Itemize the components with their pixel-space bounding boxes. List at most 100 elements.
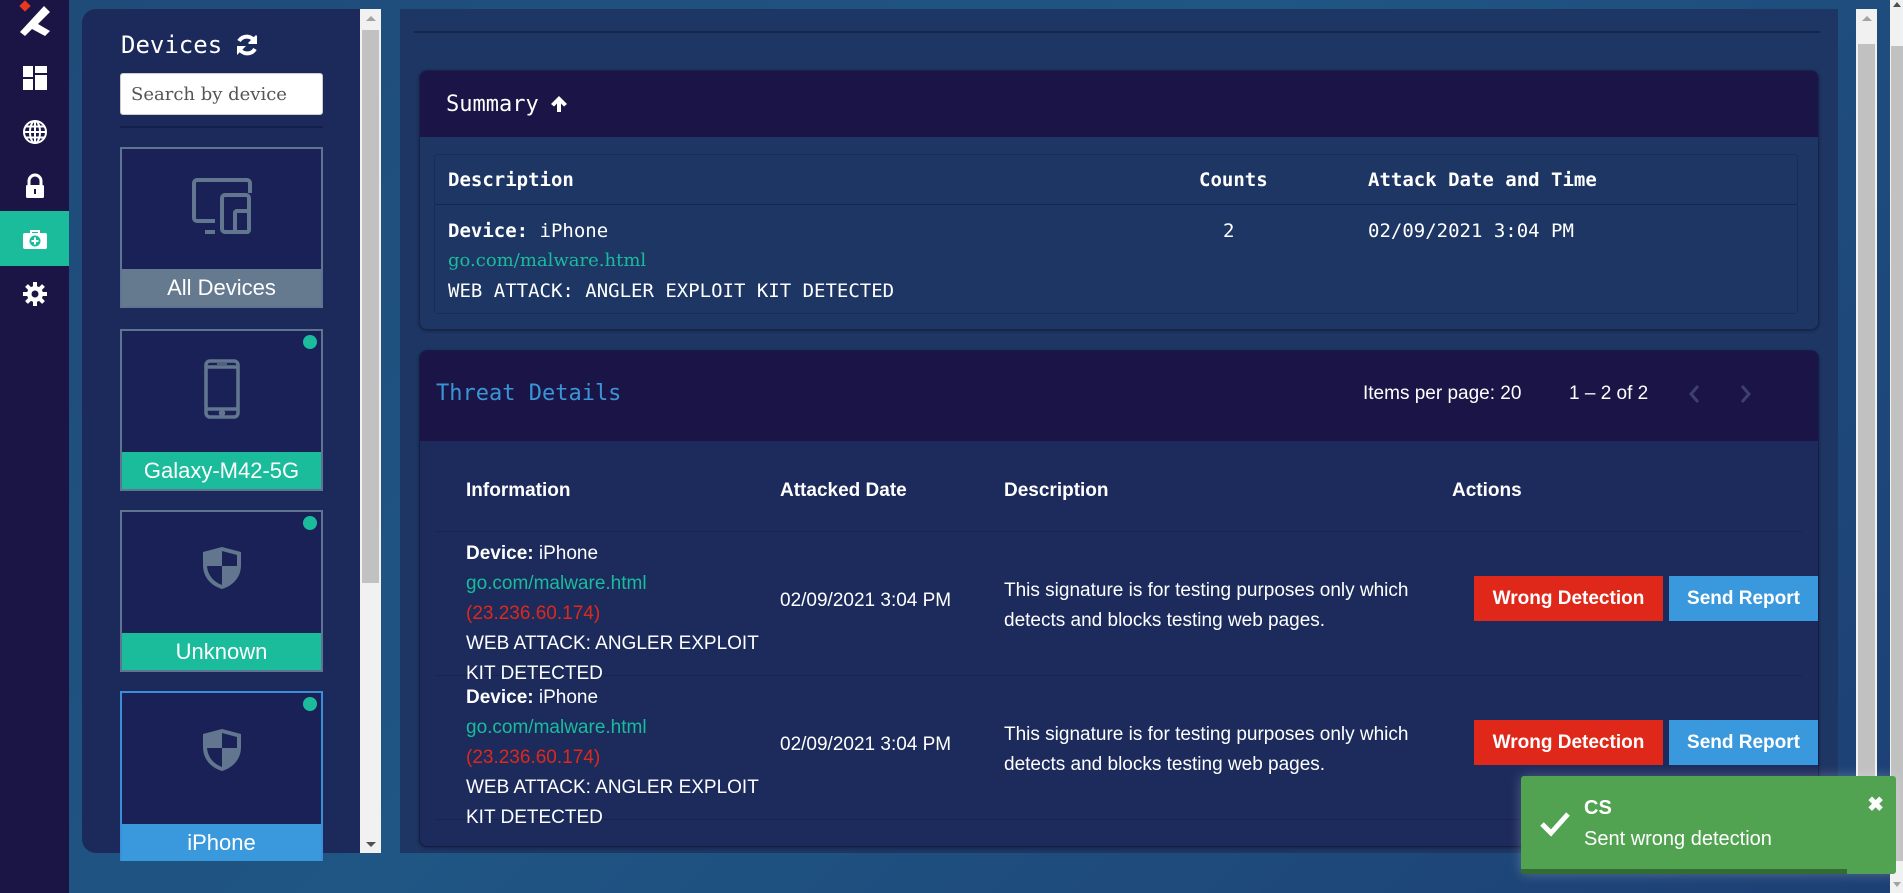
medical-kit-icon <box>22 229 47 249</box>
online-status-dot <box>303 516 317 530</box>
devices-header: Devices <box>121 31 260 59</box>
col-attacked-date: Attacked Date <box>780 480 907 501</box>
globe-icon <box>22 119 47 144</box>
summary-table-header: Description Counts Attack Date and Time <box>435 155 1797 205</box>
divider <box>414 31 1820 33</box>
device-card-label: Galaxy-M42-5G <box>122 452 321 489</box>
col-description: Description <box>1004 480 1109 501</box>
malware-url[interactable]: go.com/malware.html <box>466 569 776 599</box>
threat-details-card: Threat Details Items per page: 20 1 – 2 … <box>419 350 1819 847</box>
device-label: Device: <box>466 543 534 564</box>
devices-icon <box>122 177 321 235</box>
scroll-thumb[interactable] <box>362 30 379 583</box>
online-status-dot <box>303 335 317 349</box>
main-scrollbar[interactable] <box>1856 9 1877 853</box>
send-report-button[interactable]: Send Report <box>1669 720 1818 765</box>
shield-icon <box>122 545 321 591</box>
device-card-galaxy[interactable]: Galaxy-M42-5G <box>120 329 323 491</box>
summary-card: Summary Description Counts Attack Date a… <box>419 70 1819 330</box>
left-nav <box>0 0 69 893</box>
ip-address: (23.236.60.174) <box>466 747 601 768</box>
device-name: iPhone <box>538 687 599 708</box>
main-panel: Summary Description Counts Attack Date a… <box>400 9 1838 853</box>
col-actions: Actions <box>1452 480 1522 501</box>
arrow-up-icon[interactable] <box>549 94 569 114</box>
gear-icon <box>22 281 47 306</box>
malware-url[interactable]: go.com/malware.html <box>448 246 894 276</box>
col-information: Information <box>466 480 571 501</box>
device-card-all[interactable]: All Devices <box>120 147 323 308</box>
wrong-detection-button[interactable]: Wrong Detection <box>1474 720 1663 765</box>
device-label: Device: <box>448 220 529 242</box>
dashboard-icon <box>22 65 47 90</box>
summary-table: Description Counts Attack Date and Time … <box>434 154 1798 314</box>
threat-table: Information Attacked Date Description Ac… <box>436 441 1818 828</box>
page-range: 1 – 2 of 2 <box>1569 383 1649 404</box>
lock-icon <box>25 173 44 198</box>
nav-settings[interactable] <box>0 266 69 321</box>
threat-description: This signature is for testing purposes o… <box>1004 580 1409 631</box>
nav-lock[interactable] <box>0 158 69 213</box>
devices-scrollbar[interactable] <box>360 9 381 853</box>
scroll-down-arrow[interactable] <box>365 842 376 847</box>
scroll-thumb[interactable] <box>1858 44 1875 834</box>
summary-title: Summary <box>446 91 539 117</box>
toast-title: CS <box>1584 797 1612 819</box>
threat-table-header: Information Attacked Date Description Ac… <box>436 441 1802 532</box>
device-card-label: Unknown <box>122 633 321 670</box>
prev-page-icon[interactable] <box>1685 381 1705 407</box>
toast-progress-bar <box>1521 869 1848 874</box>
nav-medical[interactable] <box>0 211 69 266</box>
app-logo[interactable] <box>8 0 54 38</box>
toast-notification[interactable]: CS Sent wrong detection ✖ <box>1521 776 1896 874</box>
table-row: Device: iPhone go.com/malware.html (23.2… <box>436 532 1818 684</box>
device-search-input[interactable] <box>120 73 323 115</box>
device-card-iphone[interactable]: iPhone <box>120 691 323 861</box>
attack-date: 02/09/2021 3:04 PM <box>1368 220 1574 242</box>
device-label: Device: <box>466 687 534 708</box>
ip-address: (23.236.60.174) <box>466 603 601 624</box>
online-status-dot <box>303 697 317 711</box>
wrong-detection-button[interactable]: Wrong Detection <box>1474 576 1663 621</box>
nav-globe[interactable] <box>0 104 69 159</box>
scroll-down-arrow[interactable] <box>1892 882 1901 887</box>
device-card-label: All Devices <box>122 269 321 306</box>
col-counts: Counts <box>1199 169 1268 191</box>
device-name: iPhone <box>538 543 599 564</box>
checkmark-icon <box>1540 812 1570 837</box>
page-scrollbar[interactable] <box>1890 0 1903 893</box>
attack-name: WEB ATTACK: ANGLER EXPLOIT KIT DETECTED <box>448 280 895 302</box>
device-card-unknown[interactable]: Unknown <box>120 510 323 672</box>
threat-info: Device: iPhone go.com/malware.html (23.2… <box>466 539 776 689</box>
nav-dashboard[interactable] <box>0 50 69 105</box>
attack-name: WEB ATTACK: ANGLER EXPLOIT KIT DETECTED <box>466 777 759 828</box>
divider <box>120 126 323 128</box>
scroll-up-arrow[interactable] <box>1861 16 1872 21</box>
summary-info: Device: iPhone go.com/malware.html WEB A… <box>448 216 894 306</box>
col-description: Description <box>448 169 574 191</box>
toast-message: Sent wrong detection <box>1584 828 1772 850</box>
col-attack-date: Attack Date and Time <box>1368 169 1597 191</box>
device-card-label: iPhone <box>122 824 321 861</box>
threat-info: Device: iPhone go.com/malware.html (23.2… <box>466 683 776 833</box>
scroll-thumb[interactable] <box>1891 46 1903 861</box>
attacked-date: 02/09/2021 3:04 PM <box>780 590 952 611</box>
items-per-page[interactable]: Items per page: 20 <box>1363 383 1521 405</box>
threat-details-header: Threat Details Items per page: 20 1 – 2 … <box>420 351 1818 441</box>
devices-title: Devices <box>121 31 223 59</box>
malware-url[interactable]: go.com/malware.html <box>466 713 776 743</box>
next-page-icon[interactable] <box>1735 381 1755 407</box>
shield-icon <box>122 727 321 773</box>
threat-description: This signature is for testing purposes o… <box>1004 724 1409 775</box>
summary-header[interactable]: Summary <box>420 71 1818 137</box>
attack-count: 2 <box>1223 220 1235 242</box>
close-icon[interactable]: ✖ <box>1867 792 1884 817</box>
send-report-button[interactable]: Send Report <box>1669 576 1818 621</box>
scroll-up-arrow[interactable] <box>365 16 376 21</box>
devices-panel: Devices All Devices <box>82 9 360 861</box>
scroll-up-arrow[interactable] <box>1892 2 1901 7</box>
attacked-date: 02/09/2021 3:04 PM <box>780 734 952 755</box>
refresh-icon[interactable] <box>234 32 260 58</box>
device-name: iPhone <box>539 220 609 242</box>
phone-icon <box>122 359 321 419</box>
